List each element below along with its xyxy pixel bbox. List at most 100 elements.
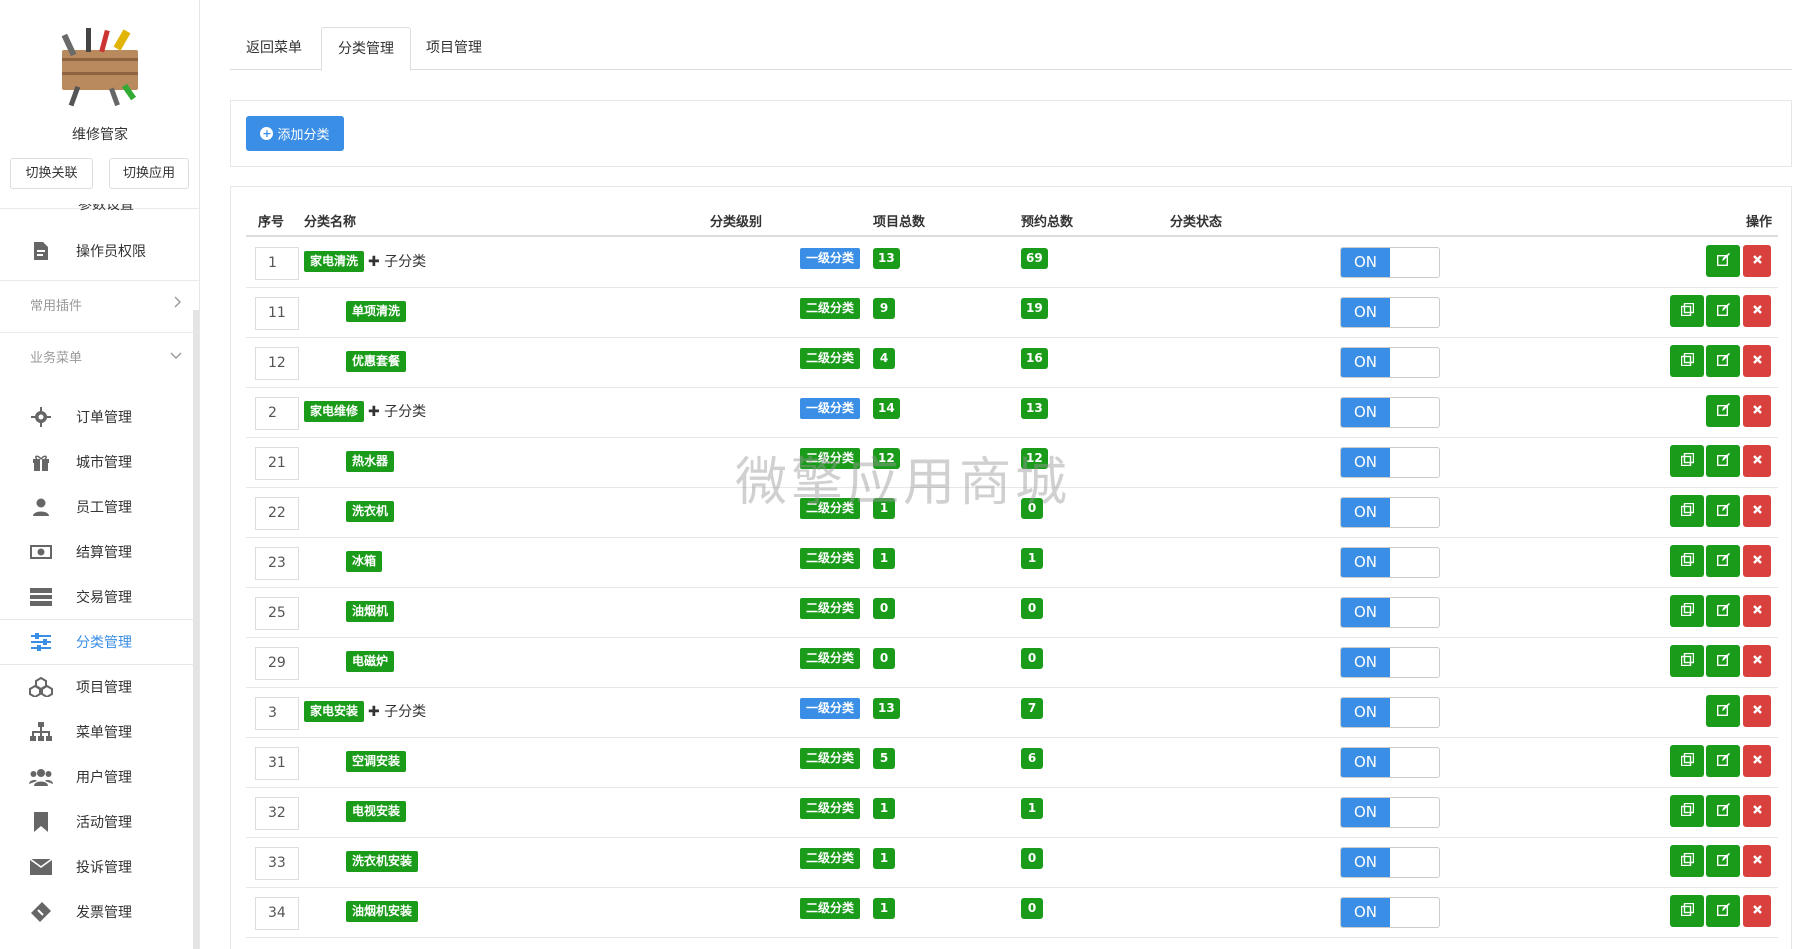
tab-back-menu[interactable]: 返回菜单 (230, 27, 318, 70)
sidebar-item-server[interactable]: 交易管理 (0, 574, 194, 620)
edit-button[interactable] (1706, 795, 1740, 827)
delete-button[interactable] (1743, 395, 1771, 427)
sidebar-item-gear[interactable]: 订单管理 (0, 394, 194, 440)
status-toggle[interactable]: ON (1340, 747, 1440, 778)
sidebar-item-users[interactable]: 用户管理 (0, 754, 194, 800)
order-input[interactable]: 29 (255, 647, 299, 680)
edit-button[interactable] (1706, 745, 1740, 777)
order-input[interactable]: 12 (255, 347, 299, 380)
copy-button[interactable] (1670, 845, 1704, 877)
edit-button[interactable] (1706, 445, 1740, 477)
status-toggle[interactable]: ON (1340, 597, 1440, 628)
copy-button[interactable] (1670, 445, 1704, 477)
edit-button[interactable] (1706, 845, 1740, 877)
delete-button[interactable] (1743, 545, 1771, 577)
order-input[interactable]: 32 (255, 797, 299, 830)
sidebar-item-cubes[interactable]: 项目管理 (0, 664, 194, 710)
sidebar-item-sliders[interactable]: 分类管理 (0, 619, 194, 665)
edit-button[interactable] (1706, 295, 1740, 327)
copy-button[interactable] (1670, 795, 1704, 827)
order-input[interactable]: 22 (255, 497, 299, 530)
edit-button[interactable] (1706, 595, 1740, 627)
sidebar-item-user[interactable]: 员工管理 (0, 484, 194, 530)
copy-button[interactable] (1670, 495, 1704, 527)
delete-button[interactable] (1743, 445, 1771, 477)
delete-button[interactable] (1743, 595, 1771, 627)
order-input[interactable]: 1 (255, 247, 299, 280)
status-toggle[interactable]: ON (1340, 897, 1440, 928)
order-input[interactable]: 25 (255, 597, 299, 630)
close-icon (1752, 303, 1763, 319)
edit-button[interactable] (1706, 645, 1740, 677)
bookings-total-badge: 1 (1021, 798, 1043, 819)
edit-button[interactable] (1706, 695, 1740, 727)
switch-app-button[interactable]: 切换应用 (109, 158, 189, 189)
add-subcategory-link[interactable]: ✚ 子分类 (368, 251, 426, 271)
status-toggle[interactable]: ON (1340, 697, 1440, 728)
status-toggle[interactable]: ON (1340, 347, 1440, 378)
copy-button[interactable] (1670, 895, 1704, 927)
delete-button[interactable] (1743, 345, 1771, 377)
tab-project-management[interactable]: 项目管理 (410, 27, 498, 70)
status-toggle[interactable]: ON (1340, 547, 1440, 578)
sidebar-item-money[interactable]: 结算管理 (0, 529, 194, 575)
order-input[interactable]: 33 (255, 847, 299, 880)
status-toggle[interactable]: ON (1340, 797, 1440, 828)
status-toggle[interactable]: ON (1340, 297, 1440, 328)
items-total-badge: 13 (873, 698, 900, 719)
status-toggle[interactable]: ON (1340, 847, 1440, 878)
status-toggle[interactable]: ON (1340, 247, 1440, 278)
delete-button[interactable] (1743, 295, 1771, 327)
delete-button[interactable] (1743, 845, 1771, 877)
order-input[interactable]: 2 (255, 397, 299, 430)
tab-category-management[interactable]: 分类管理 (321, 27, 411, 71)
copy-button[interactable] (1670, 295, 1704, 327)
copy-button[interactable] (1670, 595, 1704, 627)
copy-button[interactable] (1670, 745, 1704, 777)
status-toggle[interactable]: ON (1340, 397, 1440, 428)
order-input[interactable]: 23 (255, 547, 299, 580)
switch-relation-button[interactable]: 切换关联 (10, 158, 93, 189)
section-common-plugins[interactable]: 常用插件 (0, 281, 194, 327)
delete-button[interactable] (1743, 795, 1771, 827)
copy-button[interactable] (1670, 345, 1704, 377)
order-input[interactable]: 34 (255, 897, 299, 930)
edit-icon (1716, 852, 1730, 870)
copy-button[interactable] (1670, 545, 1704, 577)
add-category-button[interactable]: + 添加分类 (246, 116, 344, 151)
delete-button[interactable] (1743, 695, 1771, 727)
edit-button[interactable] (1706, 245, 1740, 277)
order-input[interactable]: 21 (255, 447, 299, 480)
edit-button[interactable] (1706, 895, 1740, 927)
delete-button[interactable] (1743, 645, 1771, 677)
order-input[interactable]: 11 (255, 297, 299, 330)
edit-button[interactable] (1706, 395, 1740, 427)
status-toggle[interactable]: ON (1340, 647, 1440, 678)
bookings-total-badge: 16 (1021, 348, 1048, 369)
sidebar-item-envelope[interactable]: 投诉管理 (0, 844, 194, 890)
sidebar-item-sitemap[interactable]: 菜单管理 (0, 709, 194, 755)
sidebar-item-gift[interactable]: 城市管理 (0, 439, 194, 485)
delete-button[interactable] (1743, 495, 1771, 527)
delete-button[interactable] (1743, 745, 1771, 777)
edit-button[interactable] (1706, 345, 1740, 377)
delete-button[interactable] (1743, 895, 1771, 927)
edit-button[interactable] (1706, 545, 1740, 577)
status-toggle[interactable]: ON (1340, 447, 1440, 478)
add-subcategory-link[interactable]: ✚ 子分类 (368, 401, 426, 421)
table-row: 33 洗衣机安装 二级分类 1 0 ON (246, 837, 1778, 888)
sidebar-item-label: 城市管理 (76, 455, 132, 471)
sidebar-item-params[interactable]: 参数设置 (78, 204, 134, 214)
status-toggle[interactable]: ON (1340, 497, 1440, 528)
delete-button[interactable] (1743, 245, 1771, 277)
sidebar-item-label: 分类管理 (76, 635, 132, 651)
section-business-menu[interactable]: 业务菜单 (0, 333, 194, 379)
order-input[interactable]: 3 (255, 697, 299, 730)
sidebar-item-ticket[interactable]: 发票管理 (0, 889, 194, 935)
sidebar-item-admin-perm[interactable]: 操作员权限 (0, 228, 194, 274)
sidebar-item-bookmark[interactable]: 活动管理 (0, 799, 194, 845)
copy-button[interactable] (1670, 645, 1704, 677)
add-subcategory-link[interactable]: ✚ 子分类 (368, 701, 426, 721)
edit-button[interactable] (1706, 495, 1740, 527)
order-input[interactable]: 31 (255, 747, 299, 780)
